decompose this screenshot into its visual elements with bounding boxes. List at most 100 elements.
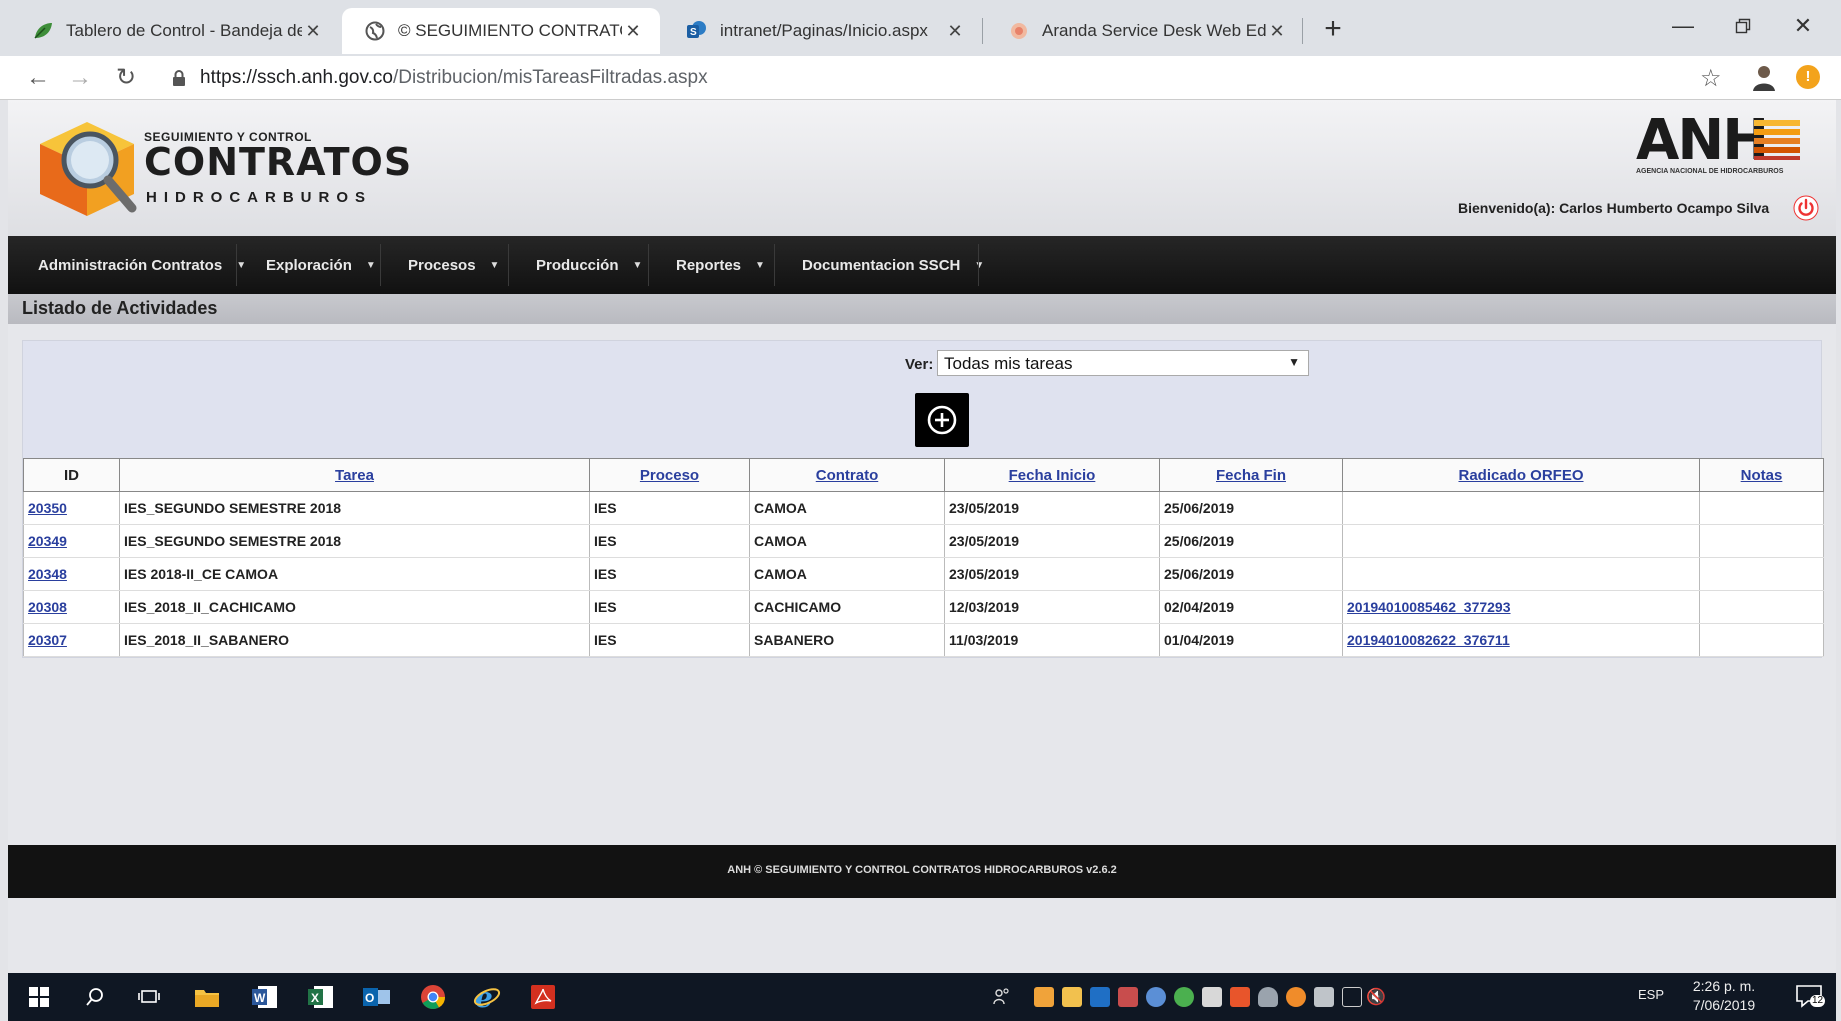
logout-power-icon[interactable]: [1793, 195, 1819, 221]
tray-app-icon-6[interactable]: [1286, 987, 1306, 1007]
column-header-tarea[interactable]: Tarea: [119, 458, 590, 492]
nav-produccion[interactable]: Producción ▼: [536, 236, 642, 294]
cell-id: 20348: [23, 557, 120, 591]
extension-alert-icon[interactable]: !: [1796, 65, 1820, 89]
restore-icon[interactable]: [1720, 6, 1766, 46]
volume-muted-icon[interactable]: 🔇: [1364, 985, 1388, 1009]
nav-reportes[interactable]: Reportes ▼: [676, 236, 765, 294]
task-id-link[interactable]: 20308: [28, 599, 67, 615]
system-clock[interactable]: 2:26 p. m. 7/06/2019: [1684, 977, 1764, 1015]
tray-app-icon-3[interactable]: [1146, 987, 1166, 1007]
column-header-notas[interactable]: Notas: [1699, 458, 1824, 492]
task-id-link[interactable]: 20350: [28, 500, 67, 516]
people-icon[interactable]: [990, 981, 1014, 1013]
tab-aranda[interactable]: Aranda Service Desk Web Edition ✕: [986, 8, 1304, 54]
back-arrow-icon[interactable]: ←: [22, 64, 54, 92]
nav-documentacion-ssch[interactable]: Documentacion SSCH ▼: [802, 236, 984, 294]
logo-subtitle: HIDROCARBUROS: [146, 189, 372, 206]
cell-radicado: 20194010085462_377293: [1342, 590, 1700, 624]
address-bar[interactable]: https://ssch.anh.gov.co/Distribucion/mis…: [200, 67, 708, 89]
column-header-fecha-fin[interactable]: Fecha Fin: [1159, 458, 1343, 492]
new-tab-button[interactable]: +: [1318, 12, 1348, 46]
add-task-button[interactable]: [915, 393, 969, 447]
cell-id: 20350: [23, 491, 120, 525]
radicado-link[interactable]: 20194010082622_376711: [1347, 632, 1510, 648]
cell-contrato: SABANERO: [749, 623, 945, 657]
close-tab-icon[interactable]: ✕: [302, 21, 324, 42]
table-row: 20308 IES_2018_II_CACHICAMO IES CACHICAMO 12…: [23, 590, 1824, 624]
magnifier-cube-icon: [40, 122, 137, 216]
close-tab-icon[interactable]: ✕: [944, 21, 966, 42]
tray-app-icon-2[interactable]: [1118, 987, 1138, 1007]
forward-arrow-icon[interactable]: →: [64, 64, 96, 92]
profile-avatar-icon[interactable]: [1751, 64, 1777, 92]
cell-notas: [1699, 623, 1824, 657]
nav-label: Reportes: [676, 256, 742, 274]
tab-label: intranet/Paginas/Inicio.aspx: [720, 21, 928, 40]
cell-notas: [1699, 590, 1824, 624]
task-filter-value: Todas mis tareas: [944, 354, 1073, 373]
cell-radicado: [1342, 524, 1700, 558]
clock-date: 7/06/2019: [1692, 997, 1756, 1013]
tray-app-icon-5[interactable]: [1202, 987, 1222, 1007]
task-filter-select[interactable]: Todas mis tareas ▼: [937, 350, 1309, 376]
column-header-radicado-orfeo[interactable]: Radicado ORFEO: [1342, 458, 1700, 492]
notification-center-icon[interactable]: 12: [1796, 984, 1826, 1008]
task-id-link[interactable]: 20307: [28, 632, 67, 648]
word-icon[interactable]: W: [248, 981, 282, 1013]
network-icon[interactable]: [1342, 987, 1362, 1007]
task-id-link[interactable]: 20348: [28, 566, 67, 582]
column-header-contrato[interactable]: Contrato: [749, 458, 945, 492]
tray-app-icon[interactable]: [1034, 987, 1054, 1007]
svg-text:O: O: [365, 991, 374, 1005]
tab-seguimiento[interactable]: © SEGUIMIENTO CONTRATOS v. ✕: [342, 8, 660, 54]
battery-icon[interactable]: [1314, 987, 1334, 1007]
browser-toolbar: ← → ↻ https://ssch.anh.gov.co/Distribuci…: [0, 56, 1841, 100]
cell-proceso: IES: [589, 524, 750, 558]
nav-exploracion[interactable]: Exploración ▼: [266, 236, 376, 294]
svg-text:W: W: [254, 991, 266, 1005]
column-header-fecha-inicio[interactable]: Fecha Inicio: [944, 458, 1160, 492]
cell-fecha-inicio: 11/03/2019: [944, 623, 1160, 657]
shield-tray-icon[interactable]: [1230, 987, 1250, 1007]
search-icon[interactable]: [78, 981, 112, 1013]
close-window-icon[interactable]: ✕: [1780, 6, 1826, 46]
cell-proceso: IES: [589, 557, 750, 591]
cell-contrato: CAMOA: [749, 491, 945, 525]
nav-procesos[interactable]: Procesos ▼: [408, 236, 499, 294]
anh-logo[interactable]: ANH AGENCIA NACIONAL DE HIDROCARBUROS: [1636, 108, 1810, 178]
internet-explorer-icon[interactable]: e: [470, 981, 504, 1013]
excel-icon[interactable]: X: [304, 981, 338, 1013]
acrobat-icon[interactable]: [526, 981, 560, 1013]
minimize-icon[interactable]: —: [1660, 6, 1706, 46]
aranda-favicon-icon: [1008, 20, 1030, 42]
caret-down-icon: ▼: [755, 259, 765, 271]
nav-label: Documentacion SSCH: [802, 256, 961, 274]
reload-icon[interactable]: ↻: [110, 64, 142, 92]
chrome-icon[interactable]: [416, 981, 450, 1013]
tab-tablero[interactable]: Tablero de Control - Bandeja de ✕: [10, 8, 340, 54]
close-tab-icon[interactable]: ✕: [1266, 21, 1288, 42]
contratos-logo[interactable]: SEGUIMIENTO Y CONTROL CONTRATOS HIDROCAR…: [32, 114, 411, 224]
radicado-link[interactable]: 20194010085462_377293: [1347, 599, 1511, 615]
cell-fecha-fin: 25/06/2019: [1159, 491, 1343, 525]
tab-intranet[interactable]: S intranet/Paginas/Inicio.aspx ✕: [664, 8, 982, 54]
bookmark-star-icon[interactable]: ☆: [1700, 64, 1722, 93]
language-indicator[interactable]: ESP: [1638, 987, 1664, 1002]
column-header-proceso[interactable]: Proceso: [589, 458, 750, 492]
outlook-tray-icon[interactable]: [1090, 987, 1110, 1007]
mail-tray-icon[interactable]: [1062, 987, 1082, 1007]
cloud-tray-icon[interactable]: [1258, 987, 1278, 1007]
cell-radicado: [1342, 557, 1700, 591]
outlook-icon[interactable]: O: [360, 981, 394, 1013]
cell-notas: [1699, 557, 1824, 591]
nav-administracion-contratos[interactable]: Administración Contratos ▼: [38, 236, 246, 294]
close-tab-icon[interactable]: ✕: [622, 21, 644, 42]
cell-tarea: IES_2018_II_SABANERO: [119, 623, 590, 657]
task-id-link[interactable]: 20349: [28, 533, 67, 549]
windows-start-icon[interactable]: [22, 981, 56, 1013]
task-view-icon[interactable]: [132, 981, 166, 1013]
anh-logo-text: ANH: [1636, 108, 1769, 173]
file-explorer-icon[interactable]: [190, 981, 224, 1013]
tray-app-icon-4[interactable]: [1174, 987, 1194, 1007]
